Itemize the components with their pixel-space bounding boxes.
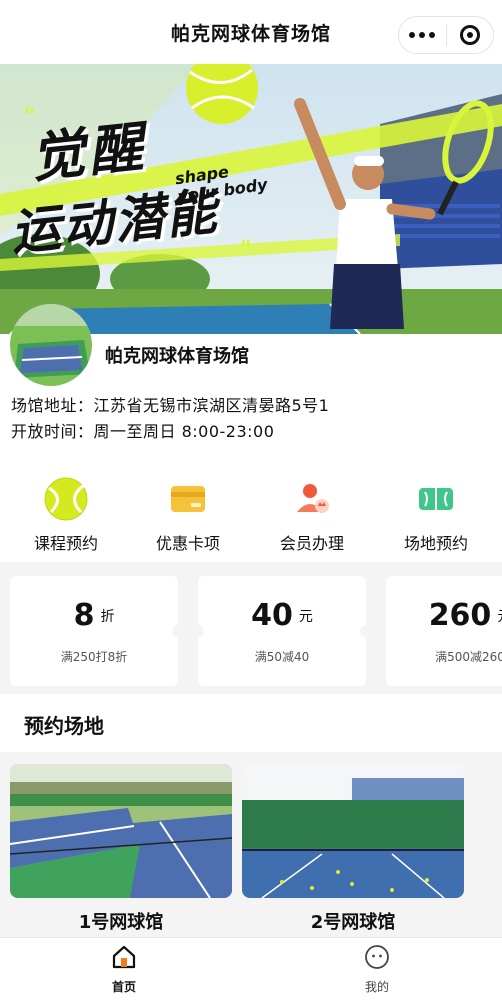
coupon-rule: 满250打8折 [60,650,128,664]
court-name: 2号网球馆 [310,912,396,933]
coupon-rule: 满50减40 [254,650,310,664]
coupon-amount: 40 [251,598,293,633]
tab-home[interactable]: 首页 [84,944,164,995]
menu-membership[interactable]: 会员办理 [252,476,372,556]
menu-course-booking[interactable]: 课程预约 [6,476,126,556]
venue-address: 场馆地址：江苏省无锡市滨湖区清晏路5号1 [11,396,330,415]
court-icon [413,476,459,522]
menu-court-booking[interactable]: 场地预约 [376,476,496,556]
menu-label: 课程预约 [33,534,98,553]
coupon-strip: 8折 满250打8折 40 元 满50减40 260 元 满500减260 [0,562,502,694]
coupon-unit: 元 [497,609,502,625]
coupon-amount: 260 [428,598,492,633]
section-title: 预约场地 [24,714,104,738]
hero-banner[interactable]: " " 觉醒 运动潜能 shape your body [0,64,502,334]
venue-hours: 开放时间：周一至周日 8:00-23:00 [11,422,275,441]
court-list: 1号网球馆 2号网球馆 [0,752,502,937]
tab-bar: 首页 我的 [0,937,502,1002]
tennis-ball-icon [43,476,89,522]
close-icon[interactable] [446,25,493,45]
coupon-amount: 8 [73,598,95,633]
court-photo [242,764,464,898]
coupon-card[interactable]: 8折 满250打8折 [10,576,184,686]
court-card[interactable]: 1号网球馆 [10,764,232,934]
coupon-card[interactable]: 40 元 满50减40 [192,576,372,686]
menu-label: 优惠卡项 [155,534,220,553]
venue-name: 帕克网球体育场馆 [105,346,249,367]
menu-label: 场地预约 [403,534,468,553]
court-name: 1号网球馆 [78,912,164,933]
coupon-unit: 折 [100,609,115,625]
card-icon [165,476,211,522]
quick-menu: 课程预约 优惠卡项 会员办理 场地预约 [0,454,502,562]
tab-label: 我的 [364,980,389,994]
court-card[interactable]: 2号网球馆 [242,764,464,934]
mini-program-capsule [398,16,494,54]
menu-label: 会员办理 [279,534,344,553]
svg-text:": " [240,237,251,262]
home-icon [111,944,137,974]
coupon-card[interactable]: 260 元 满500减260 [386,576,502,686]
venue-info: 帕克网球体育场馆 场馆地址：江苏省无锡市滨湖区清晏路5号1 开放时间：周一至周日… [0,304,502,454]
booking-section-header: 预约场地 [0,694,502,752]
member-icon [289,476,335,522]
more-options-icon[interactable] [399,32,446,38]
tab-label: 首页 [111,980,136,994]
profile-icon [364,944,390,974]
venue-avatar [10,304,92,386]
nav-bar: 帕克网球体育场馆 [0,0,502,64]
tab-profile[interactable]: 我的 [337,944,417,995]
menu-discount-cards[interactable]: 优惠卡项 [128,476,248,556]
coupon-unit: 元 [298,609,313,625]
court-photo [10,764,232,898]
coupon-rule: 满500减260 [435,650,502,664]
page-title: 帕克网球体育场馆 [170,22,331,45]
